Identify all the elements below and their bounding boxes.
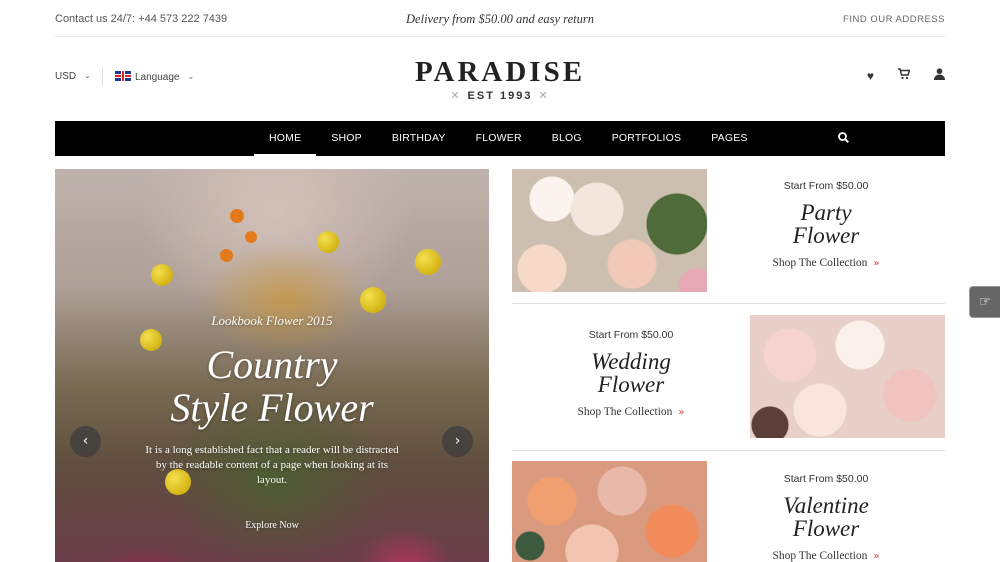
heart-icon[interactable]: ♥ xyxy=(867,68,874,84)
wedding-flower-image[interactable] xyxy=(750,315,945,438)
shop-collection-link[interactable]: Shop The Collection» xyxy=(512,406,750,418)
party-flower-image[interactable] xyxy=(512,169,707,292)
collection-title: Party Flower xyxy=(792,200,860,248)
cart-icon[interactable] xyxy=(898,68,911,84)
divider xyxy=(512,303,945,304)
collection-text: Start From $50.00 Party Flower Shop The … xyxy=(707,180,945,269)
flower-decoration xyxy=(230,209,244,223)
collection-text: Start From $50.00 Valentine Flower Shop … xyxy=(707,473,945,562)
flower-decoration xyxy=(360,287,386,313)
logo-name: PARADISE xyxy=(414,56,586,88)
hero-slider: Lookbook Flower 2015 Country Style Flowe… xyxy=(55,169,489,562)
find-address-link[interactable]: FIND OUR ADDRESS xyxy=(843,14,945,25)
collection-price: Start From $50.00 xyxy=(783,473,869,485)
flower-decoration xyxy=(415,249,441,275)
nav-item-flower[interactable]: FLOWER xyxy=(461,121,537,156)
chevron-right-icon: » xyxy=(873,551,880,562)
valentine-flower-image[interactable] xyxy=(512,461,707,562)
slider-next-button[interactable]: › xyxy=(442,426,473,457)
nav-item-shop[interactable]: SHOP xyxy=(316,121,377,156)
nav-item-portfolios[interactable]: PORTFOLIOS xyxy=(597,121,697,156)
shop-collection-link[interactable]: Shop The Collection» xyxy=(707,550,945,562)
collection-card-wedding: Start From $50.00 Wedding Flower Shop Th… xyxy=(512,315,945,438)
nav-item-birthday[interactable]: BIRTHDAY xyxy=(377,121,461,156)
logo-established: ✕ EST 1993 ✕ xyxy=(450,90,550,102)
collection-card-party: Start From $50.00 Party Flower Shop The … xyxy=(512,169,945,292)
hero-title: Country Style Flower xyxy=(170,342,374,430)
nav-menu: HOME SHOP BIRTHDAY FLOWER BLOG PORTFOLIO… xyxy=(254,121,763,156)
collection-price: Start From $50.00 xyxy=(783,180,869,192)
collection-title: Valentine Flower xyxy=(783,493,869,541)
divider xyxy=(512,450,945,451)
hero-description: It is a long established fact that a rea… xyxy=(145,444,399,486)
collection-title: Wedding Flower xyxy=(591,349,671,397)
delivery-notice: Delivery from $50.00 and easy return xyxy=(406,12,594,26)
collection-price: Start From $50.00 xyxy=(588,329,674,341)
flower-decoration xyxy=(151,264,173,286)
flower-decoration xyxy=(317,231,339,253)
nav-item-home[interactable]: HOME xyxy=(254,121,317,156)
header-icons: ♥ xyxy=(867,68,945,84)
shop-collection-link[interactable]: Shop The Collection» xyxy=(707,257,945,269)
explore-now-button[interactable]: Explore Now xyxy=(55,520,489,531)
chevron-right-icon: » xyxy=(873,258,880,269)
collection-text: Start From $50.00 Wedding Flower Shop Th… xyxy=(512,329,750,418)
collection-card-valentine: Start From $50.00 Valentine Flower Shop … xyxy=(512,461,945,562)
site-logo[interactable]: PARADISE ✕ EST 1993 ✕ xyxy=(55,56,945,102)
chevron-right-icon: » xyxy=(678,407,685,418)
main-nav: HOME SHOP BIRTHDAY FLOWER BLOG PORTFOLIO… xyxy=(55,121,945,156)
hero-kicker: Lookbook Flower 2015 xyxy=(211,313,333,328)
slider-prev-button[interactable]: ‹ xyxy=(70,426,101,457)
nav-item-blog[interactable]: BLOG xyxy=(537,121,597,156)
search-icon[interactable] xyxy=(838,121,850,156)
top-bar: Contact us 24/7: +44 573 222 7439 Delive… xyxy=(55,0,945,37)
flower-decoration xyxy=(220,249,233,262)
flower-decoration xyxy=(245,231,257,243)
customizer-toggle-icon[interactable]: ☞ xyxy=(969,286,1000,318)
nav-item-pages[interactable]: PAGES xyxy=(696,121,762,156)
user-icon[interactable] xyxy=(934,68,945,84)
site-header: USD ⌄ Language ⌄ PARADISE ✕ EST 1993 ✕ ♥ xyxy=(55,38,945,120)
